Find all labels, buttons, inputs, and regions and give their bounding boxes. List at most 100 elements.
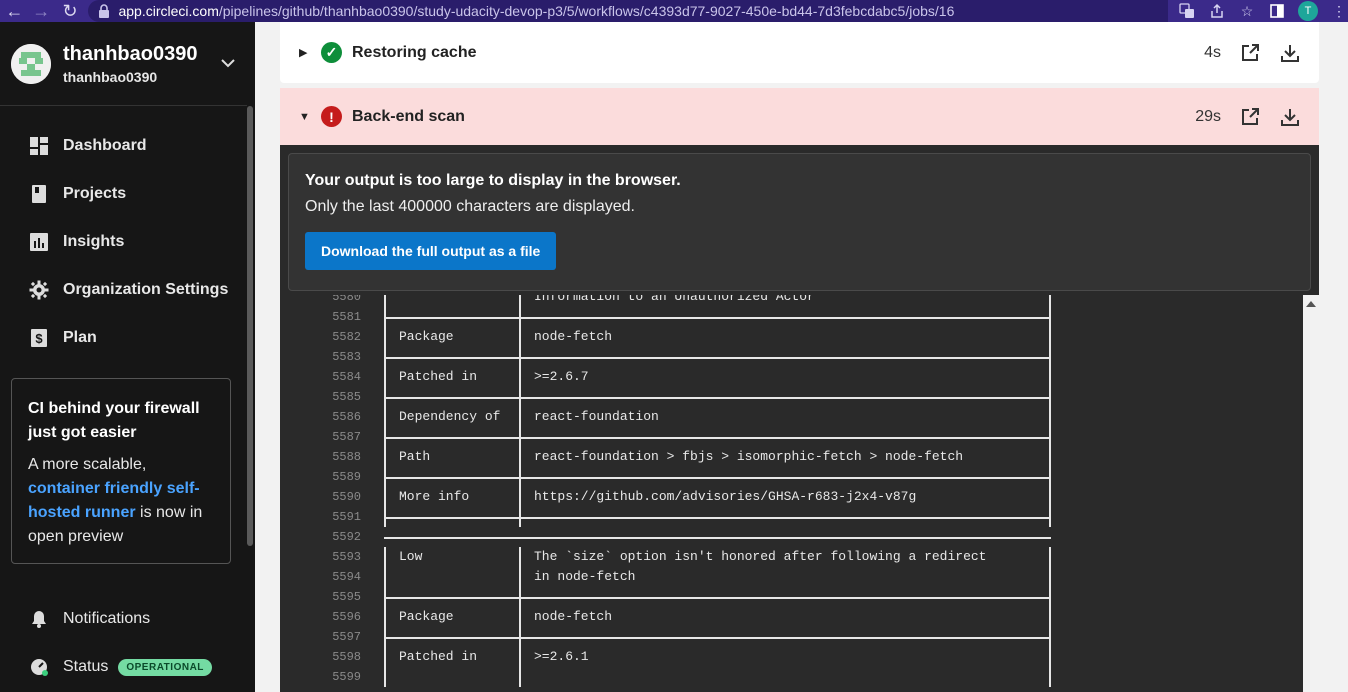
page-scrollbar[interactable]	[1338, 22, 1348, 692]
sidebar-item-status[interactable]: Status OPERATIONAL	[29, 655, 212, 679]
log-line-number: 5592	[332, 530, 361, 544]
chevron-down-icon[interactable]	[221, 55, 235, 73]
table-border	[384, 367, 386, 387]
more-menu-icon[interactable]: ⋮	[1330, 2, 1348, 20]
sidepanel-icon[interactable]	[1268, 2, 1286, 20]
notice-title: Your output is too large to display in t…	[305, 172, 681, 189]
sidebar-scrollbar[interactable]	[247, 106, 253, 546]
table-border	[1049, 647, 1051, 667]
status-badge: OPERATIONAL	[118, 658, 212, 676]
log-line-number: 5598	[332, 650, 361, 664]
dashboard-icon	[29, 136, 49, 156]
log-key: Dependency of	[399, 409, 501, 424]
log-key: Path	[399, 449, 431, 464]
log-value: node-fetch	[534, 329, 613, 344]
promo-title: CI behind your firewall just got easier	[28, 400, 200, 441]
translate-icon[interactable]	[1178, 2, 1196, 20]
sidebar-item-insights[interactable]: Insights	[0, 218, 255, 266]
table-border	[384, 317, 1051, 319]
table-border	[519, 295, 521, 307]
table-border	[1049, 607, 1051, 627]
log-line: 5588 Path react-foundation > fbjs > isomor…	[288, 447, 1304, 467]
log-line: 5586 Dependency of react-foundation	[288, 407, 1304, 427]
table-border	[384, 537, 1051, 539]
log-value: Information to an Unauthorized Actor	[534, 295, 815, 304]
address-bar[interactable]: app.circleci.com/pipelines/github/thanhb…	[88, 0, 1169, 22]
table-border	[384, 477, 1051, 479]
status-gauge-icon	[29, 657, 49, 677]
sidebar-item-organization-settings[interactable]: Organization Settings	[0, 266, 255, 314]
download-full-output-button[interactable]: Download the full output as a file	[305, 232, 557, 270]
log-value: node-fetch	[534, 609, 613, 624]
table-border	[384, 357, 1051, 359]
log-line: 5584 Patched in >=2.6.7	[288, 367, 1304, 387]
table-border	[519, 607, 521, 627]
table-border	[519, 567, 521, 587]
log-line: 5580 Information to an Unauthorized Actor	[288, 295, 1304, 307]
step-back-end-scan[interactable]: ▼ ! Back-end scan 29s	[280, 88, 1319, 145]
log-value: https://github.com/advisories/GHSA-r683-…	[534, 489, 917, 504]
log-line-number: 5594	[332, 570, 361, 584]
table-border	[384, 487, 386, 507]
log-output[interactable]: 5580 Information to an Unauthorized Actor…	[288, 295, 1304, 692]
log-value: react-foundation > fbjs > isomorphic-fet…	[534, 449, 964, 464]
table-border	[384, 637, 1051, 639]
back-icon[interactable]: ←	[4, 0, 25, 22]
star-icon[interactable]: ☆	[1238, 2, 1256, 20]
log-line-number: 5584	[332, 370, 361, 384]
notice-subtitle: Only the last 400000 characters are disp…	[305, 198, 635, 215]
open-external-icon[interactable]	[1239, 42, 1261, 64]
projects-icon	[29, 184, 49, 204]
sidebar-item-plan[interactable]: $ Plan	[0, 314, 255, 362]
log-line-number: 5596	[332, 610, 361, 624]
sidebar-item-label: Organization Settings	[63, 281, 229, 298]
download-icon[interactable]	[1279, 42, 1301, 64]
sidebar-item-projects[interactable]: Projects	[0, 170, 255, 218]
log-key: Package	[399, 609, 454, 624]
table-border	[384, 567, 386, 587]
log-value: in node-fetch	[534, 569, 636, 584]
step-duration: 29s	[1195, 107, 1221, 125]
bell-icon	[29, 609, 49, 629]
table-border	[519, 407, 521, 427]
table-border	[1049, 667, 1051, 687]
share-icon[interactable]	[1208, 2, 1226, 20]
log-key: Package	[399, 329, 454, 344]
status-label: Status	[63, 658, 109, 675]
table-border	[519, 647, 521, 667]
forward-icon[interactable]: →	[31, 0, 52, 22]
open-external-icon[interactable]	[1239, 106, 1261, 128]
caret-down-icon[interactable]: ▼	[299, 111, 311, 123]
browser-toolbar: ← → ↻ app.circleci.com/pipelines/github/…	[0, 0, 1348, 22]
table-border	[384, 327, 386, 347]
table-border	[519, 327, 521, 347]
sidebar-item-notifications[interactable]: Notifications	[29, 607, 150, 631]
log-line-number: 5587	[332, 430, 361, 444]
scroll-up-icon[interactable]	[1306, 301, 1316, 307]
table-border	[1049, 487, 1051, 507]
profile-avatar[interactable]: T	[1298, 1, 1319, 21]
log-line-number: 5593	[332, 550, 361, 564]
table-border	[519, 367, 521, 387]
log-line-number: 5597	[332, 630, 361, 644]
table-border	[384, 597, 1051, 599]
log-line: 5582 Package node-fetch	[288, 327, 1304, 347]
table-border	[1049, 447, 1051, 467]
download-icon[interactable]	[1279, 106, 1301, 128]
table-border	[384, 447, 386, 467]
log-scrollbar[interactable]	[1303, 295, 1319, 692]
sidebar-item-label: Dashboard	[63, 137, 147, 154]
log-value: >=2.6.1	[534, 649, 589, 664]
sidebar-item-dashboard[interactable]: Dashboard	[0, 122, 255, 170]
log-key: Patched in	[399, 369, 478, 384]
table-border	[1049, 567, 1051, 587]
promo-body: A more scalable, container friendly self…	[28, 453, 214, 549]
table-border	[384, 647, 386, 667]
table-border	[384, 667, 386, 687]
reload-icon[interactable]: ↻	[60, 0, 81, 22]
log-line-number: 5599	[332, 670, 361, 684]
org-switcher[interactable]: thanhbao0390 thanhbao0390	[0, 22, 247, 106]
caret-right-icon[interactable]: ▶	[299, 46, 311, 59]
step-restoring-cache[interactable]: ▶ ✓ Restoring cache 4s	[280, 22, 1319, 83]
org-avatar	[11, 43, 51, 84]
